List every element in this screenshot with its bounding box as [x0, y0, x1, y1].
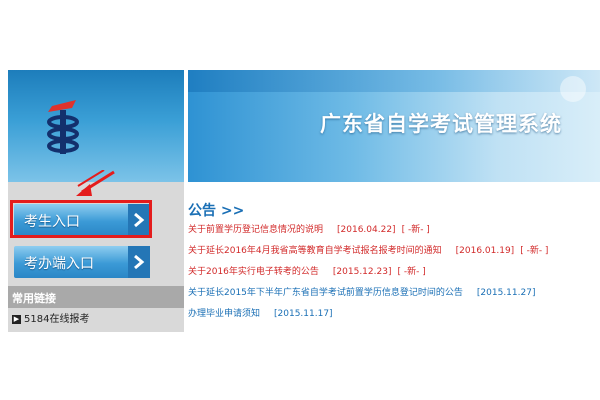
exam-logo-icon — [47, 100, 79, 154]
list-item: 关于延长2015年下半年广东省自学考试前置学历信息登记时间的公告 [2015.11… — [188, 283, 600, 304]
notice-date: [2015.11.27] — [476, 288, 536, 298]
notice-date: [2016.01.19] — [455, 246, 515, 256]
chevron-right-icon — [128, 204, 150, 236]
list-item: 关于延长2016年4月我省高等教育自学考试报名报考时间的通知 [2016.01.1… — [188, 241, 600, 262]
list-item: 关于2016年实行电子转考的公告 [2015.12.23] [ -新- ] — [188, 262, 600, 283]
new-badge: [ -新- ] — [397, 267, 426, 277]
list-item-cutoff — [188, 325, 600, 346]
notice-date: [2016.04.22] — [337, 225, 396, 235]
arrow-square-icon: ▶ — [12, 314, 21, 324]
notice-link[interactable]: 关于前置学历登记信息情况的说明 — [188, 225, 323, 235]
notice-link[interactable]: 关于2016年实行电子转考的公告 — [188, 267, 319, 277]
office-entry-label: 考办端入口 — [24, 256, 94, 272]
student-entry-button[interactable]: 考生入口 — [14, 204, 150, 236]
office-entry-button[interactable]: 考办端入口 — [14, 246, 150, 278]
notice-date: [2015.11.17] — [274, 309, 333, 319]
list-item: 办理毕业申请须知 [2015.11.17] — [188, 304, 600, 325]
student-entry-label: 考生入口 — [24, 214, 80, 230]
notice-link[interactable]: 关于延长2016年4月我省高等教育自学考试报名报考时间的通知 — [188, 246, 442, 256]
sidebar-link-label: 5184在线报考 — [24, 314, 90, 325]
links-section-title: 常用链接 — [12, 292, 56, 305]
page-frame: 广东省自学考试管理系统 考生入口 考办端入口 常用链接 ▶ 5184在线报考 公告 — [8, 70, 600, 332]
logo-panel — [8, 70, 184, 182]
header-banner: 广东省自学考试管理系统 — [188, 70, 600, 182]
chevron-right-icon — [128, 246, 150, 278]
notice-list: 关于前置学历登记信息情况的说明 [2016.04.22] [ -新- ] 关于延长2… — [188, 220, 600, 346]
arrow-pointer-icon — [76, 170, 115, 196]
notice-link[interactable]: 办理毕业申请须知 — [188, 309, 260, 319]
sidebar-link-5184[interactable]: ▶ 5184在线报考 — [12, 310, 89, 325]
sidebar: 考生入口 考办端入口 常用链接 ▶ 5184在线报考 — [8, 170, 184, 332]
new-badge: [ -新- ] — [401, 225, 430, 235]
list-item: 关于前置学历登记信息情况的说明 [2016.04.22] [ -新- ] — [188, 220, 600, 241]
notice-title: 公告 >> — [188, 203, 245, 219]
new-badge: [ -新- ] — [520, 246, 549, 256]
notice-date: [2015.12.23] — [332, 267, 392, 277]
notice-link[interactable]: 关于延长2015年下半年广东省自学考试前置学历信息登记时间的公告 — [188, 288, 463, 298]
notice-panel: 公告 >> 关于前置学历登记信息情况的说明 [2016.04.22] [ -新- ]… — [188, 182, 600, 332]
system-title: 广东省自学考试管理系统 — [320, 112, 562, 136]
puzzle-decor-icon — [560, 76, 586, 102]
